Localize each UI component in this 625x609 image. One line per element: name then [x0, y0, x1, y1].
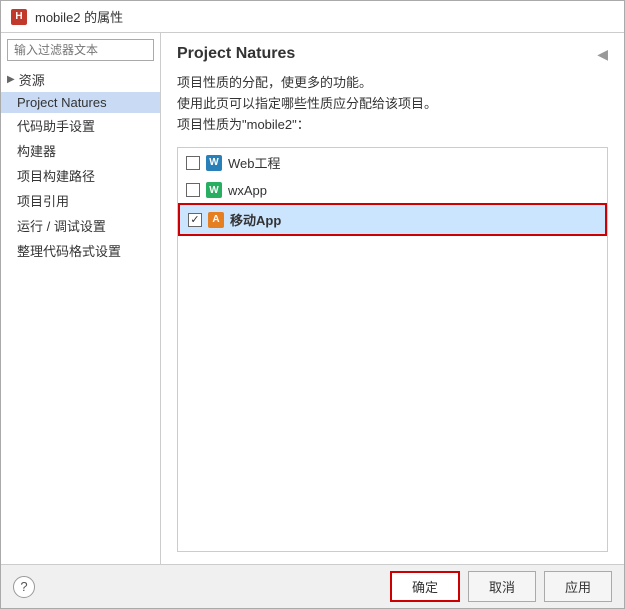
- nature-checkbox-web[interactable]: [186, 156, 200, 170]
- nature-item-web[interactable]: W Web工程: [178, 148, 607, 177]
- nature-checkbox-wxapp[interactable]: [186, 183, 200, 197]
- expand-arrow: ▶: [7, 74, 15, 85]
- nature-checkbox-mobile[interactable]: [188, 213, 202, 227]
- sidebar-item-code-format[interactable]: 整理代码格式设置: [1, 238, 160, 263]
- panel-description: 项目性质的分配，使更多的功能。 使用此页可以指定哪些性质应分配给该项目。 项目性…: [177, 73, 608, 135]
- nav-arrow-icon[interactable]: ◀: [597, 46, 608, 63]
- main-panel: Project Natures ◀ 项目性质的分配，使更多的功能。 使用此页可以…: [161, 33, 624, 564]
- confirm-button[interactable]: 确定: [390, 571, 460, 602]
- nature-label-wxapp: wxApp: [228, 183, 267, 198]
- nature-icon-web: W: [206, 155, 222, 171]
- nature-icon-wxapp: W: [206, 182, 222, 198]
- title-bar: H mobile2 的属性: [1, 1, 624, 33]
- panel-header: Project Natures ◀: [177, 45, 608, 63]
- desc-line1: 项目性质的分配，使更多的功能。: [177, 73, 608, 94]
- cancel-button[interactable]: 取消: [468, 571, 536, 602]
- sidebar-item-build-path[interactable]: 项目构建路径: [1, 163, 160, 188]
- bottom-bar: ? 确定 取消 应用: [1, 564, 624, 608]
- nature-item-mobile[interactable]: A 移动App: [178, 203, 607, 236]
- properties-window: H mobile2 的属性 ▶ 资源 Project Natures 代码助手设…: [0, 0, 625, 609]
- filter-input[interactable]: [7, 39, 154, 61]
- desc-line2: 使用此页可以指定哪些性质应分配给该项目。: [177, 94, 608, 115]
- title-bar-text: mobile2 的属性: [35, 7, 614, 26]
- help-button[interactable]: ?: [13, 576, 35, 598]
- sidebar: ▶ 资源 Project Natures 代码助手设置 构建器 项目构建路径 项…: [1, 33, 161, 564]
- sidebar-item-project-ref[interactable]: 项目引用: [1, 188, 160, 213]
- nature-label-web: Web工程: [228, 153, 281, 172]
- sidebar-item-run-debug[interactable]: 运行 / 调试设置: [1, 213, 160, 238]
- sidebar-item-builder[interactable]: 构建器: [1, 138, 160, 163]
- sidebar-item-resources[interactable]: ▶ 资源: [1, 67, 160, 92]
- nature-label-mobile: 移动App: [230, 210, 281, 229]
- content-area: ▶ 资源 Project Natures 代码助手设置 构建器 项目构建路径 项…: [1, 33, 624, 564]
- sidebar-item-project-natures[interactable]: Project Natures: [1, 92, 160, 113]
- nature-item-wxapp[interactable]: W wxApp: [178, 177, 607, 203]
- natures-list: W Web工程 W wxApp A: [177, 147, 608, 552]
- panel-title: Project Natures: [177, 45, 295, 63]
- desc-line3: 项目性质为"mobile2"：: [177, 115, 608, 136]
- sidebar-item-code-assistant[interactable]: 代码助手设置: [1, 113, 160, 138]
- bottom-buttons: 确定 取消 应用: [390, 571, 612, 602]
- nature-icon-mobile: A: [208, 212, 224, 228]
- apply-button[interactable]: 应用: [544, 571, 612, 602]
- sidebar-tree: ▶ 资源 Project Natures 代码助手设置 构建器 项目构建路径 项…: [1, 65, 160, 564]
- app-icon: H: [11, 9, 27, 25]
